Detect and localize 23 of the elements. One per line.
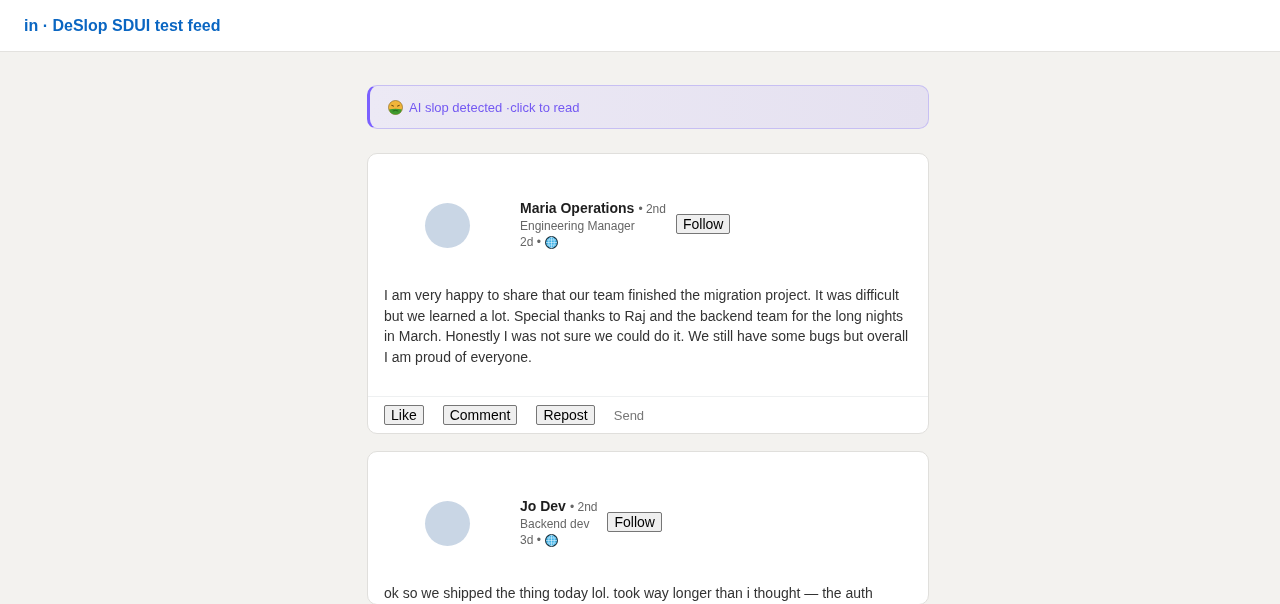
author-name[interactable]: Maria Operations <box>520 200 635 217</box>
connection-degree: • 2nd <box>569 499 598 516</box>
post-text: ok so we shipped the thing today lol. took way longer than i thought — the auth <box>383 584 874 603</box>
action-button[interactable]: Repost <box>536 405 595 425</box>
globe-icon <box>544 235 558 249</box>
author-name[interactable]: Jo Dev <box>520 498 566 515</box>
globe-icon <box>544 533 558 547</box>
avatar-placeholder <box>425 500 470 546</box>
connection-degree: • 2nd <box>638 201 666 218</box>
author-headline: Backend dev <box>520 516 590 532</box>
action-button[interactable]: Like <box>384 405 424 425</box>
post-time: 2d • <box>520 234 541 250</box>
follow-button[interactable]: Follow <box>607 511 662 532</box>
feed-title: in · DeSlop SDUI test feed <box>24 16 221 35</box>
action-button[interactable]: Comment <box>442 405 518 425</box>
author-headline: Engineering Manager <box>520 218 635 234</box>
sick-face-icon <box>388 99 403 115</box>
follow-button[interactable]: Follow <box>675 213 731 234</box>
post-time: 3d • <box>520 532 541 548</box>
send-link[interactable]: Send <box>613 407 645 423</box>
ai-slop-banner[interactable]: AI slop detected ·click to read <box>367 85 929 129</box>
post-text: I am very happy to share that our team finished the migration project. It was difficult but we learned a lot. Special thanks to Raj and the backend team for the long nights in March. Honestly I was not sure we could do it. We still have some bugs but overall I am proud of everyone. <box>383 286 910 367</box>
avatar-placeholder <box>425 202 470 248</box>
